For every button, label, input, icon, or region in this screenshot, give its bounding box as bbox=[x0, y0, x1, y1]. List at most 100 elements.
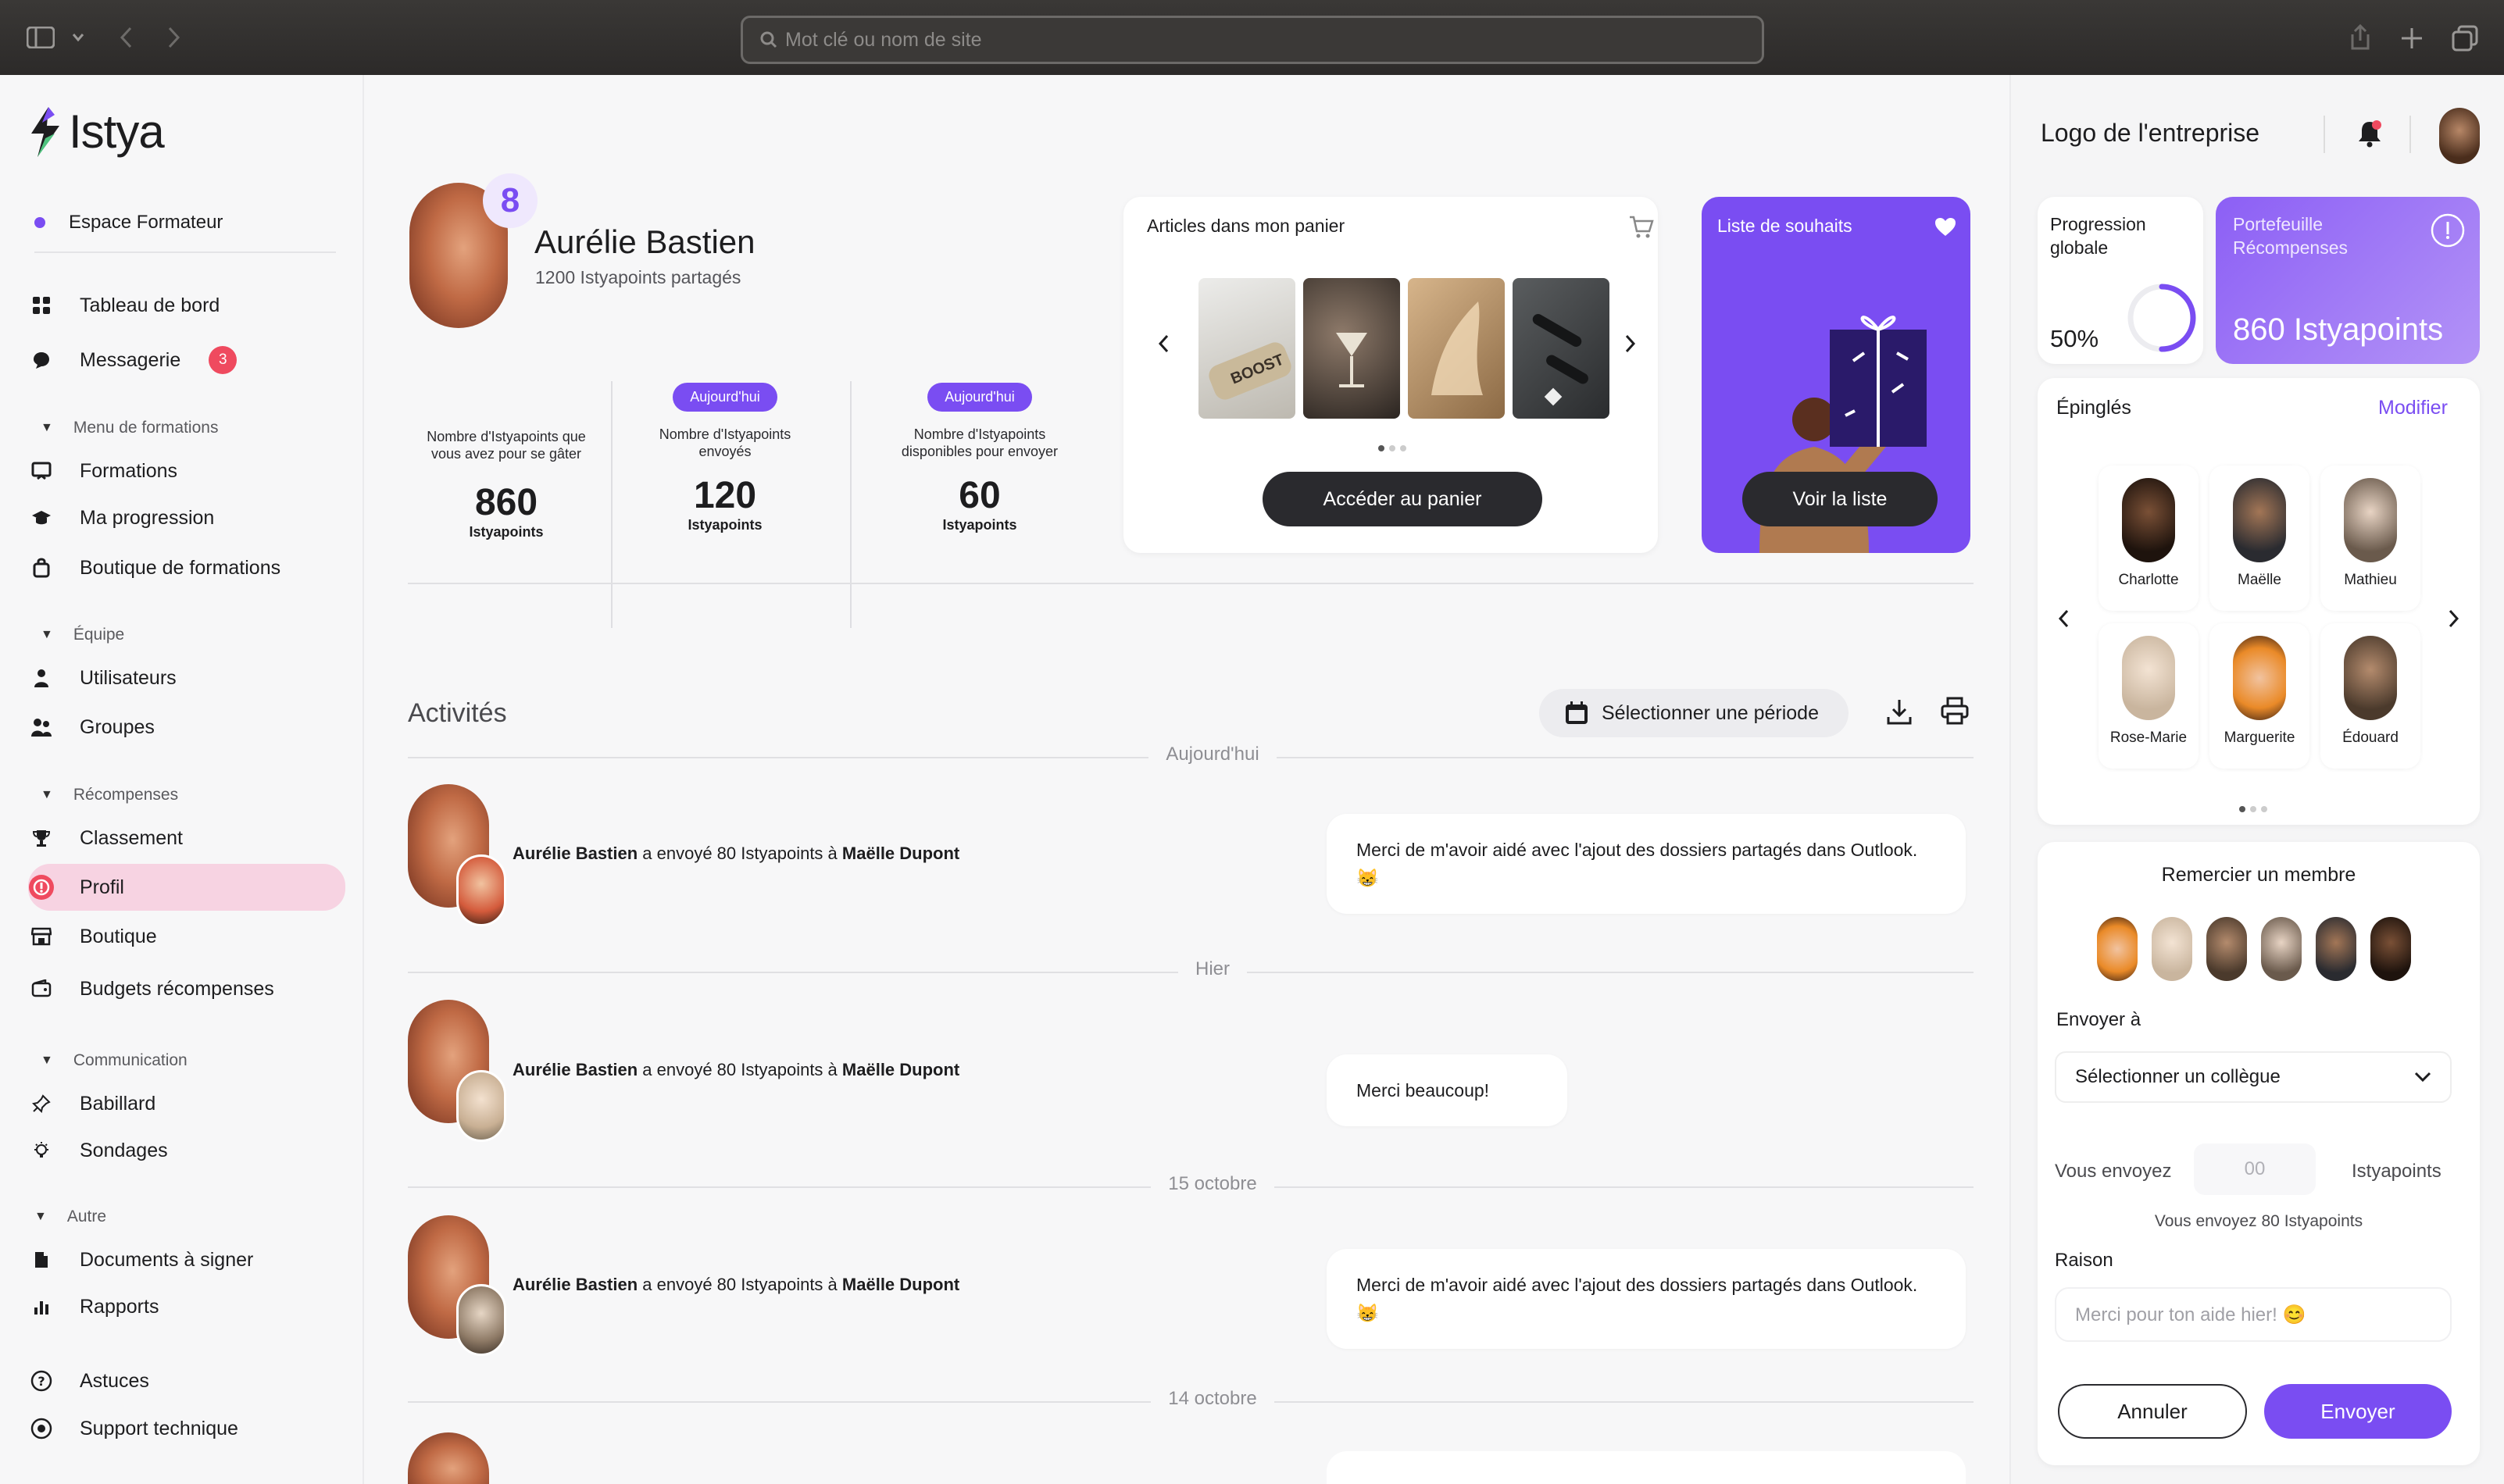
sidebar-item-support[interactable]: Support technique bbox=[28, 1407, 345, 1450]
sidebar-item-groupes[interactable]: Groupes bbox=[28, 706, 345, 748]
colleague-select[interactable]: Sélectionner un collègue bbox=[2055, 1051, 2452, 1103]
quick-recipient-avatar[interactable] bbox=[2316, 917, 2356, 981]
send-button[interactable]: Envoyer bbox=[2264, 1384, 2452, 1439]
edit-pinned-link[interactable]: Modifier bbox=[2378, 397, 2448, 419]
amount-input[interactable]: 00 bbox=[2194, 1143, 2316, 1195]
quick-recipient-avatar[interactable] bbox=[2097, 917, 2138, 981]
triangle-down-icon: ▼ bbox=[41, 788, 53, 801]
select-period-button[interactable]: Sélectionner une période bbox=[1539, 689, 1849, 737]
sender-avatar[interactable] bbox=[408, 1432, 489, 1484]
pinned-title: Épinglés bbox=[2056, 397, 2131, 419]
document-icon bbox=[28, 1247, 55, 1273]
cart-item-dumbbells[interactable] bbox=[1513, 278, 1609, 419]
new-tab-plus-icon[interactable] bbox=[2400, 27, 2424, 50]
section-menu-formations[interactable]: ▼ Menu de formations bbox=[41, 419, 218, 437]
recipient-name[interactable]: Maëlle Dupont bbox=[842, 1275, 959, 1294]
cart-icon[interactable] bbox=[1628, 214, 1655, 241]
pinned-avatar bbox=[2122, 636, 2175, 720]
share-icon[interactable] bbox=[2349, 23, 2372, 52]
pinned-name: Maëlle bbox=[2238, 572, 2281, 588]
carousel-next-icon[interactable] bbox=[1625, 334, 1636, 353]
rewards-wallet-card[interactable]: Portefeuille Récompenses 860 Istyapoints bbox=[2216, 197, 2480, 364]
back-arrow-icon[interactable] bbox=[119, 27, 133, 48]
pinned-person-card[interactable]: Charlotte bbox=[2099, 466, 2199, 611]
carousel-prev-icon[interactable] bbox=[1158, 334, 1169, 353]
sidebar-item-babillard[interactable]: Babillard bbox=[28, 1083, 345, 1125]
message-bubble: Merci beaucoup! bbox=[1327, 1054, 1567, 1126]
download-icon[interactable] bbox=[1886, 698, 1913, 725]
pinned-person-card[interactable]: Mathieu bbox=[2320, 466, 2420, 611]
section-equipe[interactable]: ▼ Équipe bbox=[41, 626, 124, 644]
sidebar-item-documents[interactable]: Documents à signer bbox=[28, 1239, 345, 1281]
pinned-next-icon[interactable] bbox=[2449, 609, 2459, 628]
section-recompenses[interactable]: ▼ Récompenses bbox=[41, 786, 178, 804]
cart-item-sculpture[interactable] bbox=[1408, 278, 1505, 419]
chevron-down-icon[interactable] bbox=[72, 33, 84, 42]
view-wishlist-button[interactable]: Voir la liste bbox=[1742, 472, 1938, 526]
sidebar-item-boutique-formations[interactable]: Boutique de formations bbox=[28, 547, 345, 589]
reason-input[interactable]: Merci pour ton aide hier! 😊 bbox=[2055, 1287, 2452, 1342]
tabs-overview-icon[interactable] bbox=[2452, 25, 2478, 52]
pinned-person-card[interactable]: Édouard bbox=[2320, 623, 2420, 769]
quick-recipient-avatar[interactable] bbox=[2206, 917, 2247, 981]
sidebar-item-boutique[interactable]: Boutique bbox=[28, 915, 345, 958]
sidebar-item-label: Boutique bbox=[80, 925, 157, 947]
cart-item-cocktail[interactable] bbox=[1303, 278, 1400, 419]
forward-arrow-icon[interactable] bbox=[167, 27, 181, 48]
pinned-person-card[interactable]: Marguerite bbox=[2209, 623, 2309, 769]
quick-recipient-avatar[interactable] bbox=[2370, 917, 2411, 981]
sidebar-item-astuces[interactable]: ? Astuces bbox=[28, 1360, 345, 1402]
bell-icon[interactable] bbox=[2356, 119, 2383, 148]
sidebar-item-label: Babillard bbox=[80, 1092, 156, 1115]
send-to-label: Envoyer à bbox=[2056, 1009, 2141, 1030]
sidebar: Istya Espace Formateur Tableau de bord M… bbox=[0, 75, 364, 1484]
cart-item-shoe[interactable]: BOOST bbox=[1198, 278, 1295, 419]
section-communication[interactable]: ▼ Communication bbox=[41, 1051, 188, 1070]
sidebar-item-messagerie[interactable]: Messagerie 3 bbox=[28, 339, 345, 381]
pinned-person-card[interactable]: Maëlle bbox=[2209, 466, 2309, 611]
heart-icon[interactable] bbox=[1934, 217, 1956, 237]
sidebar-item-budgets[interactable]: Budgets récompenses bbox=[28, 968, 345, 1010]
sidebar-item-label: Budgets récompenses bbox=[80, 977, 274, 1000]
quick-recipient-avatar[interactable] bbox=[2261, 917, 2302, 981]
sender-name[interactable]: Aurélie Bastien bbox=[513, 1275, 638, 1294]
triangle-down-icon: ▼ bbox=[41, 421, 53, 434]
sidebar-item-formations[interactable]: Formations bbox=[28, 450, 345, 492]
sidebar-item-tableau-de-bord[interactable]: Tableau de bord bbox=[28, 284, 345, 326]
stat-block-gater: Nombre d'Istyapoints que vous avez pour … bbox=[414, 428, 598, 540]
sidebar-item-label: Rapports bbox=[80, 1295, 159, 1318]
brand-logo[interactable]: Istya bbox=[28, 105, 165, 159]
sender-name[interactable]: Aurélie Bastien bbox=[513, 1060, 638, 1079]
user-avatar[interactable] bbox=[2439, 108, 2480, 164]
sidebar-item-sondages[interactable]: Sondages bbox=[28, 1129, 345, 1172]
recipient-avatar[interactable] bbox=[456, 1070, 506, 1142]
sender-name[interactable]: Aurélie Bastien bbox=[513, 844, 638, 863]
stat-block-disponibles: Aujourd'hui Nombre d'Istyapoints disponi… bbox=[881, 383, 1078, 533]
sidebar-item-utilisateurs[interactable]: Utilisateurs bbox=[28, 657, 345, 699]
quick-recipient-avatar[interactable] bbox=[2152, 917, 2192, 981]
pinned-name: Marguerite bbox=[2224, 730, 2295, 746]
espace-switcher[interactable]: Espace Formateur bbox=[34, 212, 223, 234]
sidebar-item-ma-progression[interactable]: Ma progression bbox=[28, 497, 345, 539]
recipient-name[interactable]: Maëlle Dupont bbox=[842, 1060, 959, 1079]
section-autre[interactable]: ▼ Autre bbox=[34, 1208, 106, 1226]
stat-value: 60 bbox=[959, 475, 1001, 516]
stat-unit: Istyapoints bbox=[469, 524, 544, 540]
go-to-cart-button[interactable]: Accéder au panier bbox=[1263, 472, 1542, 526]
print-icon[interactable] bbox=[1941, 697, 1969, 725]
recipient-avatar[interactable] bbox=[456, 1284, 506, 1356]
stat-unit: Istyapoints bbox=[942, 517, 1017, 533]
sidebar-item-classement[interactable]: Classement bbox=[28, 817, 345, 859]
pinned-prev-icon[interactable] bbox=[2058, 609, 2069, 628]
sidebar-item-rapports[interactable]: Rapports bbox=[28, 1286, 345, 1328]
recipient-name[interactable]: Maëlle Dupont bbox=[842, 844, 959, 863]
address-bar[interactable]: Mot clé ou nom de site bbox=[741, 16, 1764, 64]
stat-unit: Istyapoints bbox=[688, 517, 763, 533]
recipient-avatar[interactable] bbox=[456, 854, 506, 926]
info-icon[interactable] bbox=[2430, 212, 2466, 248]
stat-label: Nombre d'Istyapoints disponibles pour en… bbox=[901, 426, 1059, 459]
sidebar-toggle-icon[interactable] bbox=[27, 27, 55, 48]
sidebar-item-profil[interactable]: Profil bbox=[28, 864, 345, 911]
pinned-person-card[interactable]: Rose-Marie bbox=[2099, 623, 2199, 769]
cancel-button[interactable]: Annuler bbox=[2058, 1384, 2247, 1439]
